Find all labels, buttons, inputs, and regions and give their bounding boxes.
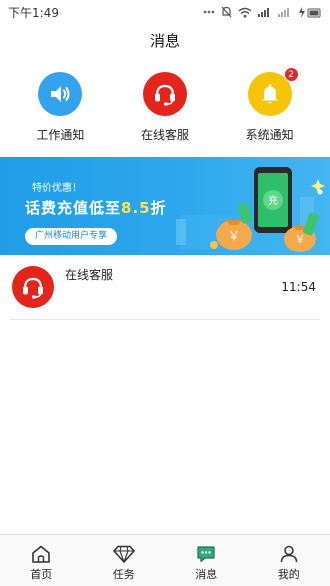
tab-tasks[interactable]: 任务: [89, 535, 159, 586]
message-time: 11:54: [281, 280, 316, 294]
tab-label: 我的: [277, 568, 300, 581]
quick-action-label: 在线客服: [140, 128, 189, 142]
tab-label: 消息: [195, 568, 218, 581]
bottom-tab-bar: 首页 任务 消息 我的: [0, 534, 330, 586]
quick-actions: 工作通知 在线客服 2 系统通知: [0, 67, 330, 143]
more-dots-icon: [203, 10, 215, 14]
promo-headline: 话费充值低至8.5折: [25, 197, 167, 218]
headset-icon: [23, 277, 43, 299]
system-notice-icon-circle: 2: [247, 67, 299, 116]
message-icon: [197, 546, 215, 563]
phone-char: 充: [268, 194, 278, 207]
tab-messages[interactable]: 消息: [171, 535, 241, 586]
page-title: 消息: [149, 32, 180, 50]
avatar: [12, 266, 54, 308]
coin-char-2: ￥: [295, 233, 306, 246]
online-service-icon-circle: [142, 72, 187, 116]
promo-banner[interactable]: 特价优惠！ 话费充值低至8.5折 广州移动用户专享 充 ￥ ￥: [0, 157, 330, 255]
status-time: 下午1:49: [8, 5, 59, 20]
banner-illustration: 充 ￥ ￥: [176, 167, 325, 252]
status-bar: 下午1:49: [0, 0, 330, 24]
message-list-item[interactable]: 在线客服 11:54: [10, 262, 320, 320]
promo-small-text: 特价优惠！: [32, 183, 82, 194]
battery-charging-icon: [299, 6, 321, 18]
quick-action-label: 系统通知: [245, 128, 294, 142]
tab-profile[interactable]: 我的: [254, 535, 324, 586]
coin-char-1: ￥: [228, 229, 240, 243]
promo-pill[interactable]: 广州移动用户专享: [25, 228, 118, 245]
work-notice-icon-circle: [38, 72, 83, 116]
signal-icon: [258, 8, 269, 17]
tab-label: 首页: [30, 568, 53, 581]
tab-label: 任务: [112, 568, 135, 581]
diamond-icon: [113, 545, 135, 563]
wifi-icon: [238, 7, 252, 18]
message-title: 在线客服: [65, 268, 114, 282]
signal-icon-2: [278, 8, 289, 17]
promo-discount: 8.5: [121, 199, 151, 217]
status-icons: [203, 6, 322, 18]
unread-badge: 2: [283, 67, 299, 82]
quick-action-work-notice[interactable]: 工作通知: [12, 72, 108, 143]
quick-action-label: 工作通知: [36, 128, 85, 142]
quick-action-online-service[interactable]: 在线客服: [117, 72, 213, 143]
promo-prefix: 话费充值低至: [25, 199, 122, 217]
tab-home[interactable]: 首页: [6, 535, 76, 586]
promo-suffix: 折: [150, 199, 167, 217]
home-icon: [32, 545, 51, 563]
user-icon: [280, 545, 297, 563]
quick-action-system-notice[interactable]: 2 系统通知: [222, 67, 318, 143]
speaker-icon: [51, 86, 70, 102]
bell-icon: [261, 84, 278, 104]
mute-bell-icon: [221, 6, 232, 18]
headset-icon: [154, 84, 175, 106]
